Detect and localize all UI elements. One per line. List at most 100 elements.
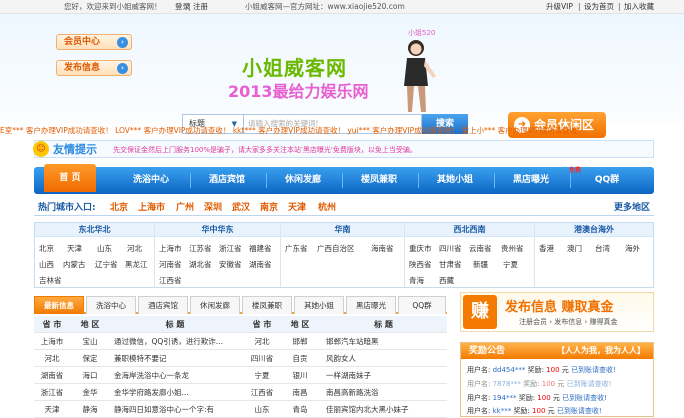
region-directory: 东北华北 北京 天津 山东 河北 山西 内蒙古 辽宁省 黑龙江 吉林省 华中华东… xyxy=(34,222,654,288)
nav-item-part-time[interactable]: 楼凤兼职 xyxy=(344,167,414,194)
province-cell: 河北 xyxy=(44,354,60,363)
post-earn-banner[interactable]: 赚 发布信息 赚取真金 注册会员 › 发布信息 › 赚得真金 xyxy=(460,292,654,332)
nav-item-home[interactable]: 首 页 xyxy=(44,164,96,192)
nav-item-salon[interactable]: 休闲发廊 xyxy=(268,167,338,194)
province-link[interactable]: 湖北省 xyxy=(189,259,212,270)
header: 会员中心 › 发布信息 › 小姐威客网 2013最给力娱乐网 小姐520 标题 … xyxy=(0,14,684,138)
set-home-link[interactable]: 设为首页 xyxy=(584,0,614,14)
province-link[interactable]: 台湾 xyxy=(595,243,610,254)
tab-salon[interactable]: 休闲发廊 xyxy=(190,296,240,314)
top-bar: 您好，欢迎来到小姐威客网！ 登录 | 注册 小姐威客网—官方网址：www.xia… xyxy=(0,0,684,14)
status: 已到账请查收! xyxy=(562,394,607,402)
title-link[interactable]: 兼职模特不要记 xyxy=(114,350,242,367)
province-link[interactable]: 湖南省 xyxy=(249,259,272,270)
favorite-link[interactable]: 加入收藏 xyxy=(624,0,654,14)
tab-qq-group[interactable]: QQ群 xyxy=(398,296,446,314)
tab-part-time[interactable]: 楼凤兼职 xyxy=(242,296,292,314)
province-link[interactable]: 广东省 xyxy=(285,243,308,254)
province-link[interactable]: 黑龙江 xyxy=(125,259,148,270)
province-link[interactable]: 北京 xyxy=(39,243,54,254)
province-link[interactable]: 内蒙古 xyxy=(63,259,86,270)
province-cell: 江西省 xyxy=(250,388,274,397)
province-link[interactable]: 甘肃省 xyxy=(439,259,462,270)
nav-divider xyxy=(266,173,267,188)
province-link[interactable]: 澳门 xyxy=(567,243,582,254)
province-link[interactable]: 江西省 xyxy=(159,275,182,286)
province-link[interactable]: 重庆市 xyxy=(409,243,432,254)
city-link[interactable]: 武汉 xyxy=(232,200,250,216)
province-link[interactable]: 云南省 xyxy=(469,243,492,254)
province-link[interactable]: 辽宁省 xyxy=(95,259,118,270)
more-regions-link[interactable]: 更多地区 xyxy=(614,200,650,216)
city-link[interactable]: 南京 xyxy=(260,200,278,216)
province-link[interactable]: 青海 xyxy=(409,275,424,286)
award-line: 用户名: dd454*** 奖励: 100 元 已到账请查收! xyxy=(467,365,616,375)
title-link[interactable]: 静海四日如意浴中心一个字:有 xyxy=(114,401,242,418)
upgrade-vip-link[interactable]: 升级VIP xyxy=(546,0,573,14)
province-link[interactable]: 福建省 xyxy=(249,243,272,254)
city-link[interactable]: 广州 xyxy=(176,200,194,216)
province-link[interactable]: 山东 xyxy=(97,243,112,254)
province-link[interactable]: 新疆 xyxy=(473,259,488,270)
title-link[interactable]: 金海岸洗浴中心一条龙 xyxy=(114,367,242,384)
province-link[interactable]: 海南省 xyxy=(371,243,394,254)
title-link[interactable]: 风韵女人 xyxy=(326,350,447,367)
title-link[interactable]: 邯郸汽车站暗黑 xyxy=(326,333,447,350)
post-info-button[interactable]: 发布信息 › xyxy=(56,60,132,76)
title-link[interactable]: 通过微信，QQ引诱，进行欺诈... xyxy=(114,333,242,350)
separator: | xyxy=(578,2,581,11)
nav-item-blacklist[interactable]: 黑店曝光 xyxy=(496,167,566,194)
nav-item-bath-center[interactable]: 洗浴中心 xyxy=(116,167,186,194)
label: 奖励: xyxy=(527,366,544,374)
register-link[interactable]: 注册 xyxy=(193,0,208,14)
province-cell: 宁夏 xyxy=(254,371,270,380)
province-link[interactable]: 河南省 xyxy=(159,259,182,270)
province-link[interactable]: 江苏省 xyxy=(189,243,212,254)
province-link[interactable]: 吉林省 xyxy=(39,275,62,286)
nav-item-hotel[interactable]: 酒店宾馆 xyxy=(192,167,262,194)
province-link[interactable]: 广西自治区 xyxy=(317,243,355,254)
title-link[interactable]: 金华学府路发廊小姐... xyxy=(114,384,242,401)
title-link[interactable]: 一样湖南妹子 xyxy=(326,367,447,384)
label: 奖励: xyxy=(513,407,530,415)
user-center-button[interactable]: 会员中心 › xyxy=(56,34,132,50)
area-cell: 宝山 xyxy=(82,337,98,346)
city-link[interactable]: 杭州 xyxy=(318,200,336,216)
column-header: 地 区 xyxy=(290,320,310,329)
site-logo[interactable]: 小姐威客网 xyxy=(242,52,347,81)
province-link[interactable]: 陕西省 xyxy=(409,259,432,270)
province-link[interactable]: 河北 xyxy=(127,243,142,254)
province-link[interactable]: 宁夏 xyxy=(503,259,518,270)
tab-bath-center[interactable]: 洗浴中心 xyxy=(86,296,136,314)
tab-blacklist[interactable]: 黑店曝光 xyxy=(346,296,396,314)
province-link[interactable]: 四川省 xyxy=(439,243,462,254)
label: 元 xyxy=(557,380,565,388)
table-row: 湖南省 海口 金海岸洗浴中心一条龙 宁夏 银川 一样湖南妹子 xyxy=(34,367,447,384)
city-link[interactable]: 深圳 xyxy=(204,200,222,216)
province-link[interactable]: 安徽省 xyxy=(219,259,242,270)
tab-latest[interactable]: 最新信息 xyxy=(34,296,84,314)
province-link[interactable]: 山西 xyxy=(39,259,54,270)
title-link[interactable]: 佳丽宾馆内北大黑小妹子 xyxy=(326,401,447,418)
area-cell: 南昌 xyxy=(292,388,308,397)
label: 用户名: xyxy=(467,394,491,402)
title-link[interactable]: 南昌高新路洗浴 xyxy=(326,384,447,401)
province-link[interactable]: 香港 xyxy=(539,243,554,254)
province-cell: 河北 xyxy=(254,337,270,346)
region-title: 港澳台海外 xyxy=(535,223,653,237)
username: dd454*** xyxy=(492,366,526,374)
city-link[interactable]: 北京 xyxy=(110,200,128,216)
province-link[interactable]: 西藏 xyxy=(439,275,454,286)
province-link[interactable]: 浙江省 xyxy=(219,243,242,254)
nav-item-qq-group[interactable]: QQ群 xyxy=(572,167,642,194)
province-link[interactable]: 天津 xyxy=(67,243,82,254)
province-link[interactable]: 贵州省 xyxy=(501,243,524,254)
city-link[interactable]: 天津 xyxy=(288,200,306,216)
nav-item-other[interactable]: 其她小姐 xyxy=(420,167,490,194)
tab-hotel[interactable]: 酒店宾馆 xyxy=(138,296,188,314)
province-link[interactable]: 海外 xyxy=(625,243,640,254)
city-link[interactable]: 上海市 xyxy=(138,200,165,216)
province-link[interactable]: 上海市 xyxy=(159,243,182,254)
tab-other[interactable]: 其她小姐 xyxy=(294,296,344,314)
province-cell: 山东 xyxy=(254,405,270,414)
